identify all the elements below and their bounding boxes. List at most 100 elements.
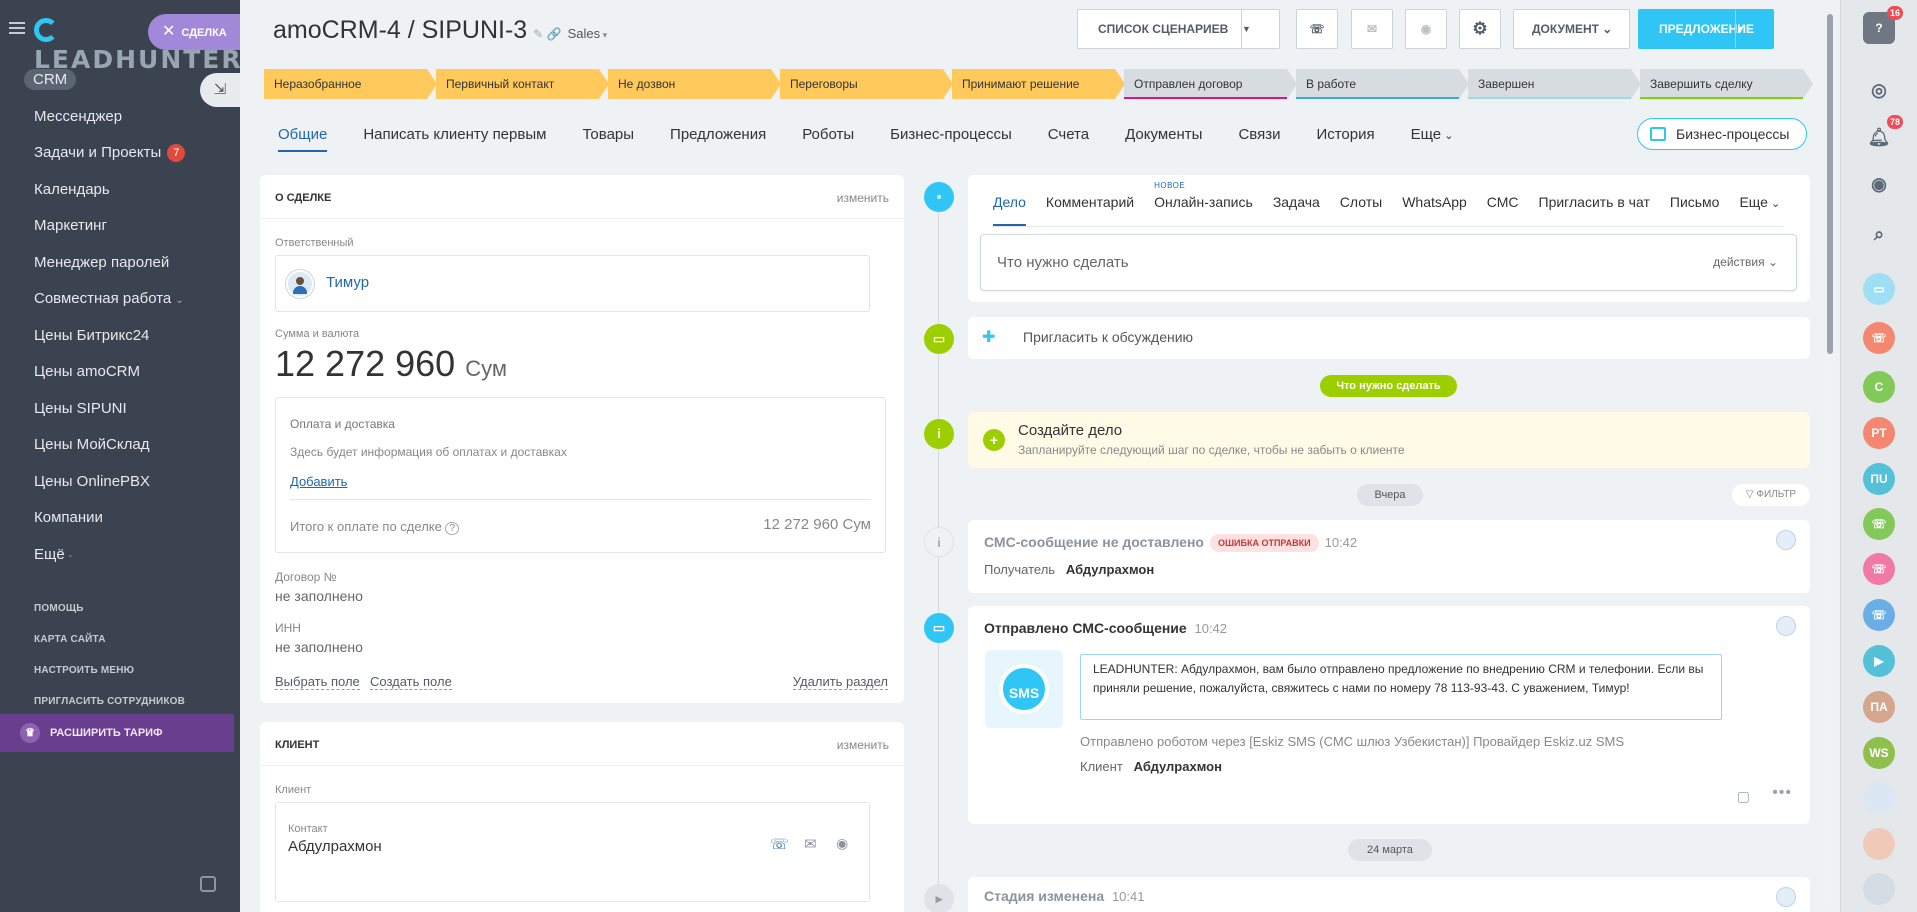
tab-write-first[interactable]: Написать клиенту первым bbox=[363, 118, 546, 152]
tab-products[interactable]: Товары bbox=[582, 118, 634, 152]
tab-robots[interactable]: Роботы bbox=[802, 118, 854, 152]
chevron-down-icon[interactable]: ▼ bbox=[1735, 10, 1773, 48]
menu-item-calendar[interactable]: Календарь bbox=[0, 172, 240, 209]
open-lines-icon[interactable]: ▭ bbox=[1863, 273, 1895, 305]
chat-button[interactable]: ◉ bbox=[1405, 9, 1447, 49]
scenarios-button[interactable]: СПИСОК СЦЕНАРИЕВ ▼ bbox=[1077, 9, 1280, 49]
actions-dropdown[interactable]: действия ⌄ bbox=[1713, 255, 1778, 269]
call-icon[interactable]: ☏ bbox=[1863, 508, 1895, 540]
stage-item[interactable]: Не дозвон bbox=[608, 69, 781, 99]
link-sitemap[interactable]: КАРТА САЙТА bbox=[0, 625, 240, 656]
menu-item-marketing[interactable]: Маркетинг bbox=[0, 208, 240, 245]
call-icon[interactable]: ☏ bbox=[1863, 553, 1895, 585]
call-icon[interactable]: ☏ bbox=[1863, 599, 1895, 631]
contact-name[interactable]: Абдулрахмон bbox=[288, 838, 382, 855]
more-icon[interactable]: ••• bbox=[1772, 784, 1792, 802]
activity-tab-booking[interactable]: НОВОЕ Онлайн-запись bbox=[1154, 181, 1253, 226]
menu-item-companies[interactable]: Компании bbox=[0, 500, 240, 537]
settings-button[interactable]: ⚙ bbox=[1459, 9, 1501, 49]
menu-item-prices-onlinepbx[interactable]: Цены OnlinePBX bbox=[0, 464, 240, 501]
user-avatar[interactable]: ПА bbox=[1863, 691, 1895, 723]
offer-button[interactable]: ПРЕДЛОЖЕНИЕ ▼ bbox=[1638, 9, 1774, 49]
tab-more[interactable]: Еще ⌄ bbox=[1411, 118, 1454, 152]
user-avatar[interactable]: WS bbox=[1863, 737, 1895, 769]
activity-tab-whatsapp[interactable]: WhatsApp bbox=[1402, 190, 1467, 226]
menu-item-prices-moysklad[interactable]: Цены МойСклад bbox=[0, 427, 240, 464]
menu-item-prices-amo[interactable]: Цены amoCRM bbox=[0, 354, 240, 391]
user-avatar[interactable]: ПU bbox=[1863, 463, 1895, 495]
activity-tab-sms[interactable]: СМС bbox=[1487, 190, 1519, 226]
tab-documents[interactable]: Документы bbox=[1125, 118, 1202, 152]
stage-item[interactable]: Отправлен договор bbox=[1124, 69, 1297, 99]
target-icon[interactable]: ◎ bbox=[1863, 74, 1895, 106]
link-help[interactable]: ПОМОЩЬ bbox=[0, 594, 240, 625]
pencil-icon[interactable]: ✎ 🔗 bbox=[533, 27, 561, 41]
call-icon[interactable]: ☏ bbox=[1863, 322, 1895, 354]
stage-item[interactable]: Принимают решение bbox=[952, 69, 1125, 99]
activity-tab-letter[interactable]: Письмо bbox=[1670, 190, 1720, 226]
menu-item-messenger[interactable]: Мессенджер bbox=[0, 99, 240, 136]
activity-tab-slots[interactable]: Слоты bbox=[1340, 190, 1382, 226]
menu-item-prices-b24[interactable]: Цены Битрикс24 bbox=[0, 318, 240, 355]
close-icon[interactable]: ✕ bbox=[162, 23, 175, 40]
stage-item-finish[interactable]: Завершить сделку bbox=[1640, 69, 1813, 99]
invite-row[interactable]: ✚ Пригласить к обсуждению bbox=[968, 317, 1810, 359]
user-avatar[interactable]: РТ bbox=[1863, 417, 1895, 449]
stage-item[interactable]: Переговоры bbox=[780, 69, 953, 99]
create-field-link[interactable]: Создать поле bbox=[370, 674, 452, 690]
avatar[interactable] bbox=[1863, 828, 1895, 860]
menu-item-collab[interactable]: Совместная работа ⌄ bbox=[0, 281, 240, 318]
delete-section-link[interactable]: Удалить раздел bbox=[792, 674, 888, 690]
bell-icon[interactable]: 🔔︎ 78 bbox=[1863, 115, 1903, 153]
tab-offers[interactable]: Предложения bbox=[670, 118, 766, 152]
link-configure-menu[interactable]: НАСТРОИТЬ МЕНЮ bbox=[0, 656, 240, 687]
choose-field-link[interactable]: Выбрать поле bbox=[275, 674, 360, 690]
edit-link[interactable]: изменить bbox=[837, 175, 889, 221]
stage-item[interactable]: Неразобранное bbox=[264, 69, 437, 99]
expand-tariff-button[interactable]: ♛ РАСШИРИТЬ ТАРИФ bbox=[0, 714, 234, 752]
note-icon[interactable]: ▢ bbox=[1737, 788, 1750, 805]
business-process-button[interactable]: Бизнес-процессы bbox=[1637, 118, 1807, 150]
phone-button[interactable]: ☏ bbox=[1296, 9, 1338, 49]
plus-icon[interactable]: + bbox=[983, 429, 1005, 451]
phone-icon[interactable]: ☏ bbox=[770, 835, 789, 853]
add-payment-link[interactable]: Добавить bbox=[290, 474, 347, 489]
edit-link[interactable]: изменить bbox=[837, 722, 889, 768]
collapse-menu-button[interactable]: ⇲ bbox=[200, 73, 240, 107]
activity-tab-invite-chat[interactable]: Пригласить в чат bbox=[1539, 190, 1650, 226]
video-icon[interactable]: ▶ bbox=[1863, 645, 1895, 677]
chat-icon[interactable]: ◉ bbox=[836, 835, 848, 852]
mail-button[interactable]: ✉ bbox=[1351, 9, 1393, 49]
activity-tab-more[interactable]: Еще ⌄ bbox=[1739, 190, 1780, 226]
avatar[interactable] bbox=[1863, 782, 1895, 814]
tab-links[interactable]: Связи bbox=[1238, 118, 1280, 152]
task-input[interactable]: Что нужно сделать действия ⌄ bbox=[980, 234, 1797, 291]
tab-invoices[interactable]: Счета bbox=[1048, 118, 1089, 152]
category-select[interactable]: Sales bbox=[568, 26, 608, 41]
deal-close-chip[interactable]: ✕ СДЕЛКА bbox=[148, 14, 240, 50]
help-icon[interactable]: ? bbox=[445, 522, 460, 535]
menu-item-tasks[interactable]: Задачи и Проекты 7 bbox=[0, 135, 240, 172]
page-scrollbar[interactable] bbox=[1826, 14, 1834, 904]
tab-bp[interactable]: Бизнес-процессы bbox=[890, 118, 1012, 152]
stage-item[interactable]: Завершен bbox=[1468, 69, 1641, 99]
tab-general[interactable]: Общие bbox=[278, 118, 328, 152]
stage-item[interactable]: В работе bbox=[1296, 69, 1469, 99]
hamburger-icon[interactable] bbox=[9, 22, 25, 34]
activity-tab-comment[interactable]: Комментарий bbox=[1046, 190, 1134, 226]
mail-icon[interactable]: ✉ bbox=[804, 835, 817, 853]
create-task-card[interactable]: + Создайте дело Запланируйте следующий ш… bbox=[968, 412, 1810, 468]
menu-item-passwords[interactable]: Менеджер паролей bbox=[0, 245, 240, 282]
user-avatar[interactable]: С bbox=[1863, 371, 1895, 403]
activity-tab-todo[interactable]: Задача bbox=[1273, 190, 1320, 226]
filter-button[interactable]: ▽ ФИЛЬТР bbox=[1732, 484, 1810, 506]
avatar[interactable] bbox=[1863, 873, 1895, 905]
chat-icon[interactable]: ◉ bbox=[1863, 168, 1895, 200]
printer-icon[interactable] bbox=[200, 876, 216, 892]
menu-item-more[interactable]: Ещё - bbox=[0, 537, 240, 574]
stage-item[interactable]: Первичный контакт bbox=[436, 69, 609, 99]
help-icon[interactable]: ? 16 bbox=[1863, 6, 1903, 44]
responsible-field[interactable]: Тимур bbox=[275, 255, 870, 312]
tab-history[interactable]: История bbox=[1316, 118, 1374, 152]
chevron-down-icon[interactable]: ▼ bbox=[1241, 10, 1279, 48]
